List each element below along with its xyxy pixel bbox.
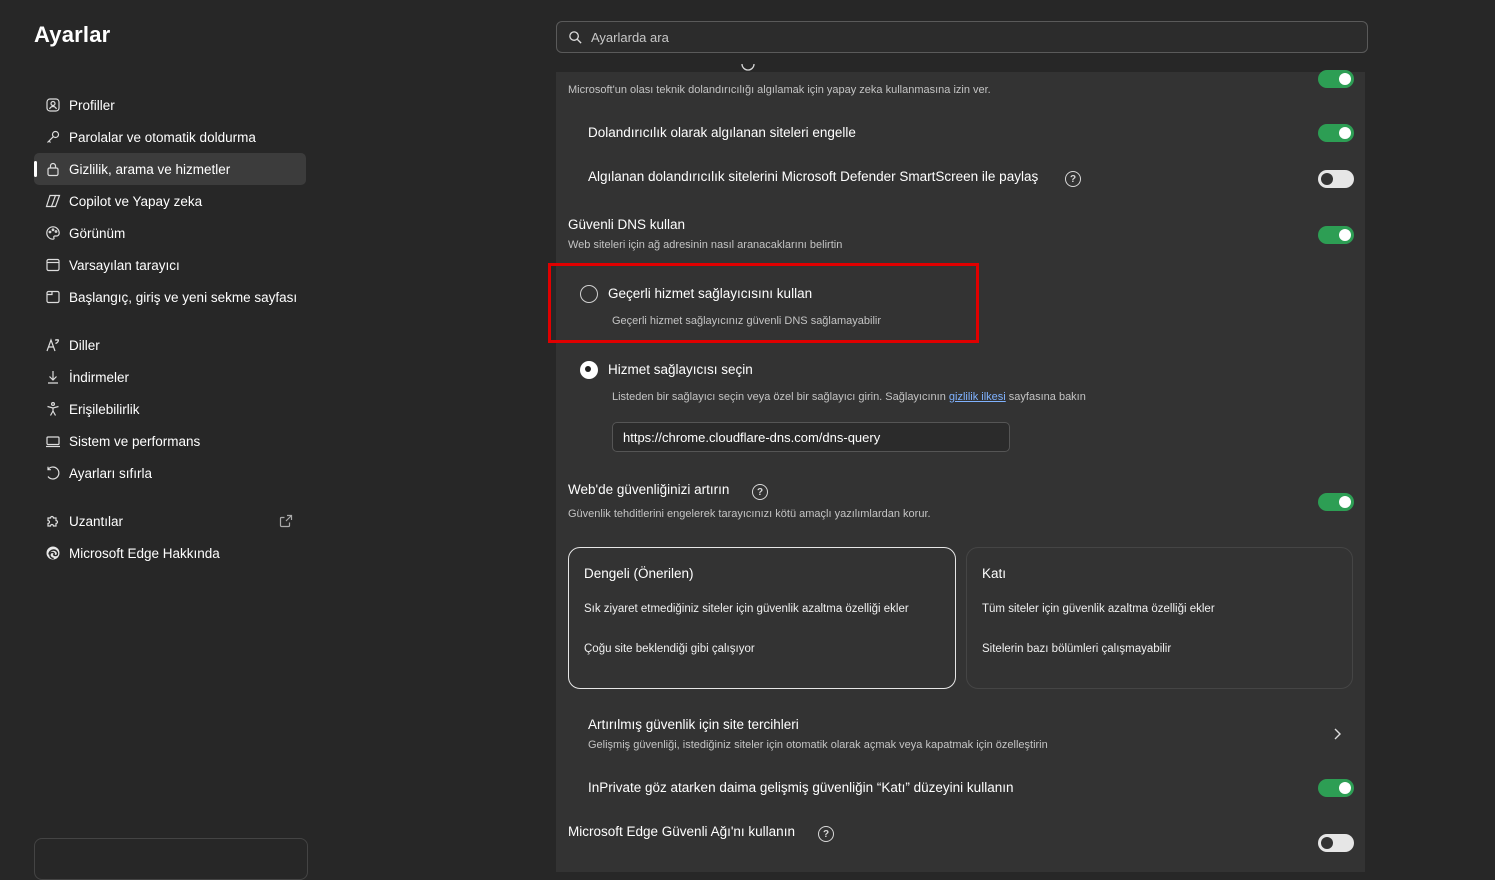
inprivate-strict-label: InPrivate göz atarken daima gelişmiş güv…: [588, 780, 1014, 795]
sidebar-item-label: Profiller: [69, 97, 115, 113]
search-icon: [568, 30, 583, 45]
block-scam-label: Dolandırıcılık olarak algılanan siteleri…: [588, 125, 856, 140]
sidebar-item-label: İndirmeler: [69, 369, 130, 385]
edge-icon: [44, 544, 62, 562]
site-prefs-label: Artırılmış güvenlik için site tercihleri: [588, 717, 799, 732]
search-box[interactable]: [556, 21, 1368, 53]
sidebar-item-startup[interactable]: Başlangıç, giriş ve yeni sekme sayfası: [34, 281, 306, 313]
sidebar-item-about[interactable]: Microsoft Edge Hakkında: [34, 537, 306, 569]
card-line: Çoğu site beklendiği gibi çalışıyor: [584, 643, 755, 655]
home-tab-icon: [44, 288, 62, 306]
sidebar-item-accessibility[interactable]: Erişilebilirlik: [34, 393, 306, 425]
toggle-knob: [1321, 837, 1333, 849]
inprivate-strict-toggle[interactable]: [1318, 779, 1354, 797]
share-scam-label: Algılanan dolandırıcılık sitelerini Micr…: [588, 169, 1039, 184]
sidebar-item-label: Başlangıç, giriş ve yeni sekme sayfası: [69, 289, 298, 305]
card-line: Sitelerin bazı bölümleri çalışmayabilir: [982, 643, 1172, 655]
radio-choose-provider[interactable]: [580, 361, 598, 379]
secure-dns-desc: Web siteleri için ağ adresinin nasıl ara…: [568, 239, 843, 251]
web-security-desc: Güvenlik tehditlerini engelerek tarayıcı…: [568, 508, 931, 520]
block-scam-toggle[interactable]: [1318, 124, 1354, 142]
current-provider-label: Geçerli hizmet sağlayıcısını kullan: [608, 286, 813, 301]
secure-dns-toggle[interactable]: [1318, 226, 1354, 244]
secure-dns-label: Güvenli DNS kullan: [568, 217, 686, 232]
card-line: Sık ziyaret etmediğiniz siteler için güv…: [584, 603, 909, 615]
download-icon: [44, 368, 62, 386]
highlight-box: [548, 263, 979, 343]
palette-icon: [44, 224, 62, 242]
sidebar-item-label: Ayarları sıfırla: [69, 465, 153, 481]
secure-network-label: Microsoft Edge Güvenli Ağı'nı kullanın: [568, 824, 795, 839]
toggle-knob: [1339, 782, 1351, 794]
toggle-knob: [1339, 127, 1351, 139]
site-prefs-desc: Gelişmiş güvenliği, istediğiniz siteler …: [588, 739, 1048, 751]
sidebar-bottom-card: [34, 838, 308, 880]
ai-scam-desc: Microsoft'un olası teknik dolandırıcılığ…: [568, 84, 991, 96]
current-provider-desc: Geçerli hizmet sağlayıcınız güvenli DNS …: [612, 315, 881, 327]
web-security-toggle[interactable]: [1318, 493, 1354, 511]
security-level-card-balanced[interactable]: Dengeli (Önerilen) Sık ziyaret etmediğin…: [568, 547, 956, 689]
sidebar-item-privacy[interactable]: Gizlilik, arama ve hizmetler: [34, 153, 306, 185]
choose-provider-label: Hizmet sağlayıcısı seçin: [608, 362, 753, 377]
sidebar-item-label: Varsayılan tarayıcı: [69, 257, 180, 273]
key-icon: [44, 128, 62, 146]
search-input[interactable]: [591, 29, 1291, 45]
browser-icon: [44, 256, 62, 274]
sidebar-item-system[interactable]: Sistem ve performans: [34, 425, 306, 457]
choose-provider-desc-text: sayfasına bakın: [1005, 391, 1086, 403]
help-icon[interactable]: [741, 64, 755, 76]
toggle-knob: [1321, 173, 1333, 185]
site-preferences-row[interactable]: Artırılmış güvenlik için site tercihleri…: [568, 708, 1365, 760]
language-icon: [44, 336, 62, 354]
sidebar-item-profiles[interactable]: Profiller: [34, 89, 306, 121]
sidebar-item-label: Copilot ve Yapay zeka: [69, 193, 203, 209]
sidebar-item-passwords[interactable]: Parolalar ve otomatik doldurma: [34, 121, 306, 153]
privacy-policy-link[interactable]: gizlilik ilkesi: [949, 391, 1006, 403]
laptop-icon: [44, 432, 62, 450]
secure-network-toggle[interactable]: [1318, 834, 1354, 852]
chevron-right-icon: [1332, 727, 1342, 746]
help-icon[interactable]: ?: [752, 484, 768, 500]
sidebar-item-label: Gizlilik, arama ve hizmetler: [69, 161, 231, 177]
accessibility-icon: [44, 400, 62, 418]
sidebar-item-reset[interactable]: Ayarları sıfırla: [34, 457, 306, 489]
sidebar-item-label: Sistem ve performans: [69, 433, 201, 449]
sidebar-item-appearance[interactable]: Görünüm: [34, 217, 306, 249]
reset-icon: [44, 464, 62, 482]
share-scam-toggle[interactable]: [1318, 170, 1354, 188]
page-title: Ayarlar: [34, 22, 111, 47]
sidebar-item-label: Parolalar ve otomatik doldurma: [69, 129, 256, 145]
toggle-knob: [1339, 229, 1351, 241]
choose-provider-desc-text: Listeden bir sağlayıcı seçin veya özel b…: [612, 391, 949, 403]
sidebar-item-languages[interactable]: Diller: [34, 329, 306, 361]
sidebar-item-copilot[interactable]: Copilot ve Yapay zeka: [34, 185, 306, 217]
card-line: Tüm siteler için güvenlik azaltma özelli…: [982, 603, 1215, 615]
profile-icon: [44, 96, 62, 114]
sidebar-item-extensions[interactable]: Uzantılar: [34, 505, 306, 537]
sidebar-item-label: Microsoft Edge Hakkında: [69, 545, 220, 561]
choose-provider-desc: Listeden bir sağlayıcı seçin veya özel b…: [612, 391, 1086, 403]
sidebar-item-label: Erişilebilirlik: [69, 401, 140, 417]
security-level-card-strict[interactable]: Katı Tüm siteler için güvenlik azaltma ö…: [966, 547, 1353, 689]
radio-current-provider[interactable]: [580, 285, 598, 303]
sidebar-item-label: Diller: [69, 337, 100, 353]
lock-icon: [44, 160, 62, 178]
web-security-label: Web'de güvenliğinizi artırın: [568, 482, 730, 497]
toggle-knob: [1339, 73, 1351, 85]
sidebar-item-label: Görünüm: [69, 225, 126, 241]
card-title: Dengeli (Önerilen): [584, 566, 694, 581]
copilot-icon: [44, 192, 62, 210]
external-link-icon[interactable]: [278, 513, 294, 532]
card-title: Katı: [982, 566, 1007, 581]
toggle-knob: [1339, 496, 1351, 508]
puzzle-icon: [44, 512, 62, 530]
sidebar-item-downloads[interactable]: İndirmeler: [34, 361, 306, 393]
help-icon[interactable]: ?: [1065, 171, 1081, 187]
help-icon[interactable]: ?: [818, 826, 834, 842]
ai-scam-toggle[interactable]: [1318, 70, 1354, 88]
sidebar-item-label: Uzantılar: [69, 513, 124, 529]
dns-provider-url-input[interactable]: [612, 422, 1010, 452]
sidebar-item-default-browser[interactable]: Varsayılan tarayıcı: [34, 249, 306, 281]
